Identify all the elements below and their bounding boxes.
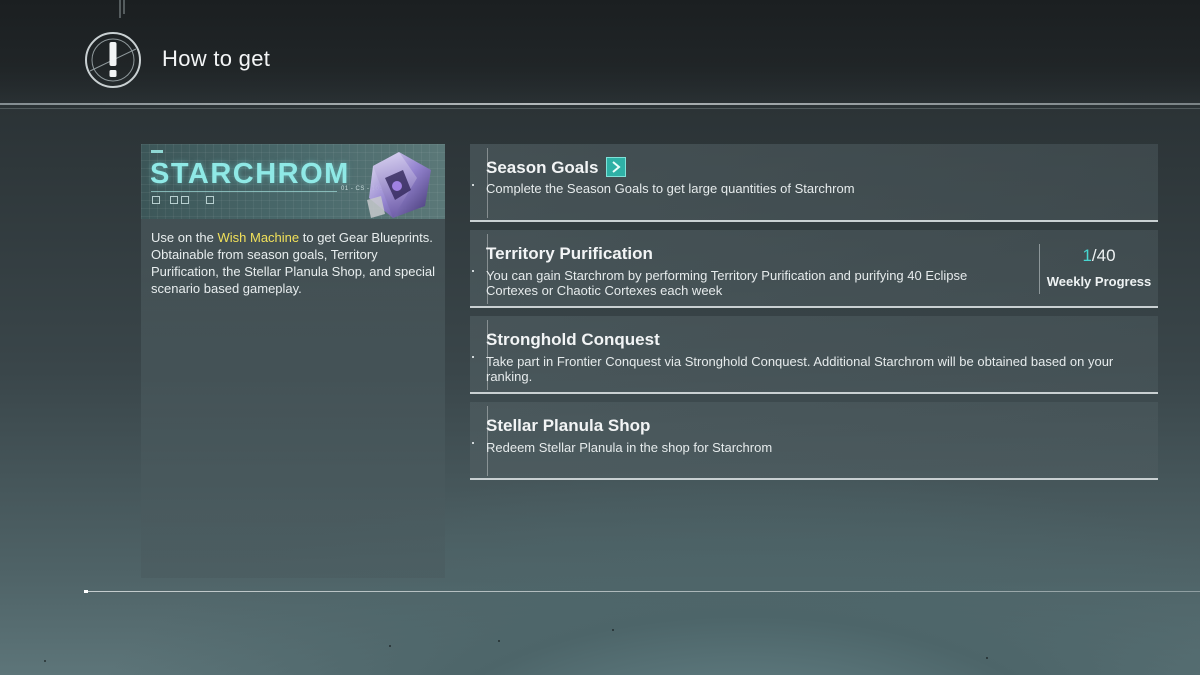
entry-dot — [472, 184, 474, 186]
entry-dot — [472, 270, 474, 272]
source-stronghold-conquest: Stronghold Conquest Take part in Frontie… — [470, 316, 1158, 394]
header-divider — [0, 103, 1200, 105]
banner-boxes — [152, 196, 214, 204]
background-speck — [612, 629, 614, 631]
source-stellar-planula-shop: Stellar Planula Shop Redeem Stellar Plan… — [470, 402, 1158, 480]
page-title: How to get — [162, 46, 271, 71]
weekly-progress: 1/40 Weekly Progress — [1039, 244, 1158, 294]
source-title: Stellar Planula Shop — [486, 416, 651, 435]
bottom-divider-mark — [84, 590, 88, 593]
bottom-divider — [84, 591, 1200, 592]
exclamation-emblem-icon — [85, 32, 141, 88]
header-divider-thin — [0, 108, 1200, 109]
item-info-card: STARCHROM 01 - CS - 103 Use on the Wish … — [141, 144, 445, 578]
source-description: You can gain Starchrom by performing Ter… — [486, 268, 968, 298]
source-season-goals[interactable]: Season Goals Complete the Season Goals t… — [470, 144, 1158, 222]
chevron-right-icon — [612, 161, 621, 173]
background-speck — [498, 640, 500, 642]
source-title: Stronghold Conquest — [486, 330, 660, 349]
entry-dot — [472, 442, 474, 444]
item-description-pre: Use on the — [151, 230, 218, 245]
item-description: Use on the Wish Machine to get Gear Blue… — [151, 229, 436, 297]
source-territory-purification: Territory Purification You can gain Star… — [470, 230, 1158, 308]
source-description: Take part in Frontier Conquest via Stron… — [486, 354, 1114, 384]
progress-current: 1 — [1082, 246, 1092, 265]
source-description: Complete the Season Goals to get large q… — [486, 181, 855, 196]
entry-dot — [472, 356, 474, 358]
banner-tag — [151, 150, 163, 153]
background-speck — [389, 645, 391, 647]
source-title: Season Goals — [486, 158, 599, 177]
source-description: Redeem Stellar Planula in the shop for S… — [486, 440, 773, 455]
progress-count: 1/40 — [1040, 246, 1158, 266]
item-banner: STARCHROM 01 - CS - 103 — [141, 144, 445, 219]
source-title: Territory Purification — [486, 244, 653, 263]
go-to-season-goals-button[interactable] — [606, 157, 626, 177]
progress-total: /40 — [1091, 246, 1116, 265]
progress-label: Weekly Progress — [1046, 274, 1152, 289]
wish-machine-link: Wish Machine — [217, 230, 300, 245]
item-name: STARCHROM — [150, 158, 350, 190]
background-speck — [44, 660, 46, 662]
starchrom-crystal-icon — [367, 152, 431, 218]
background-speck — [986, 657, 988, 659]
header-tick-marks — [119, 0, 125, 18]
banner-rule — [151, 191, 337, 192]
